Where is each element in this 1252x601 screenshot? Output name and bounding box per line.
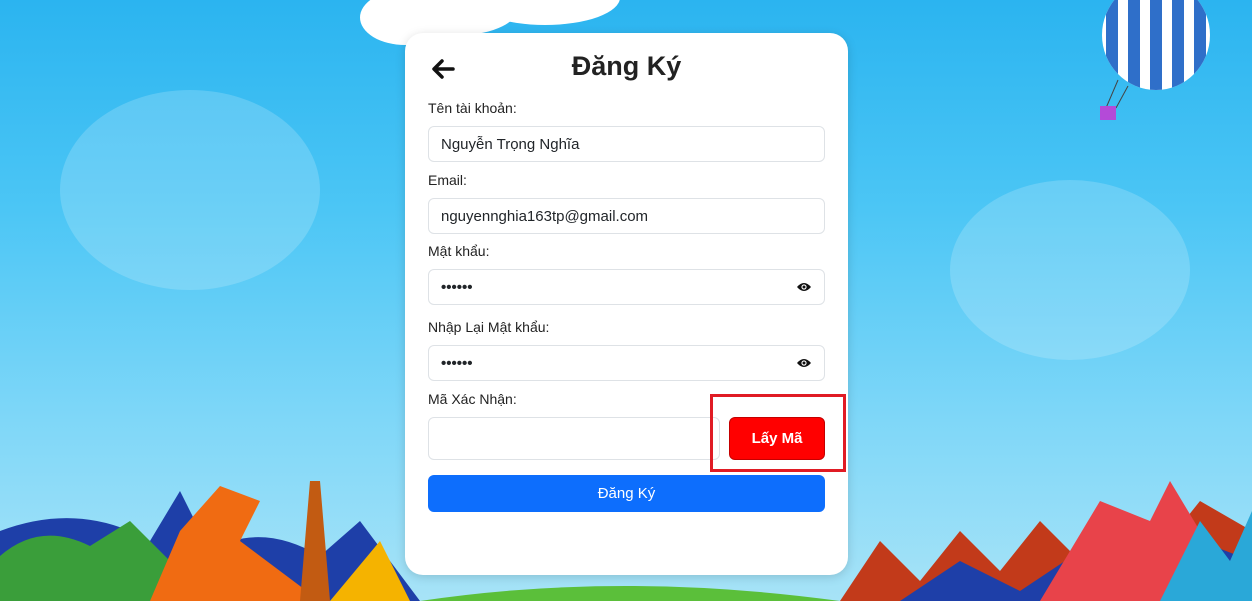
verification-code-input[interactable] [428,417,720,460]
username-field[interactable]: Nguyễn Trọng Nghĩa [428,126,825,162]
password-label: Mật khẩu: [428,243,490,259]
verification-code-label: Mã Xác Nhận: [428,391,517,407]
username-value: Nguyễn Trọng Nghĩa [441,135,580,153]
registration-screen: Đăng Ký Tên tài khoản: Nguyễn Trọng Nghĩ… [0,0,1252,601]
email-value: nguyennghia163tp@gmail.com [441,207,649,225]
password-field[interactable]: •••••• [428,269,825,305]
register-card: Đăng Ký Tên tài khoản: Nguyễn Trọng Nghĩ… [405,33,848,575]
confirm-password-value: •••••• [441,354,473,372]
username-label: Tên tài khoản: [428,100,517,116]
password-value: •••••• [441,278,473,296]
register-button[interactable]: Đăng Ký [428,475,825,512]
eye-icon[interactable] [796,281,812,293]
email-label: Email: [428,172,467,188]
background-glow [60,90,320,290]
confirm-password-label: Nhập Lại Mật khẩu: [428,319,550,335]
get-code-button[interactable]: Lấy Mã [729,417,825,460]
email-field[interactable]: nguyennghia163tp@gmail.com [428,198,825,234]
background-glow [950,180,1190,360]
hot-air-balloon-decoration [1100,0,1210,120]
confirm-password-field[interactable]: •••••• [428,345,825,381]
page-title: Đăng Ký [571,51,682,81]
eye-icon[interactable] [796,357,812,369]
